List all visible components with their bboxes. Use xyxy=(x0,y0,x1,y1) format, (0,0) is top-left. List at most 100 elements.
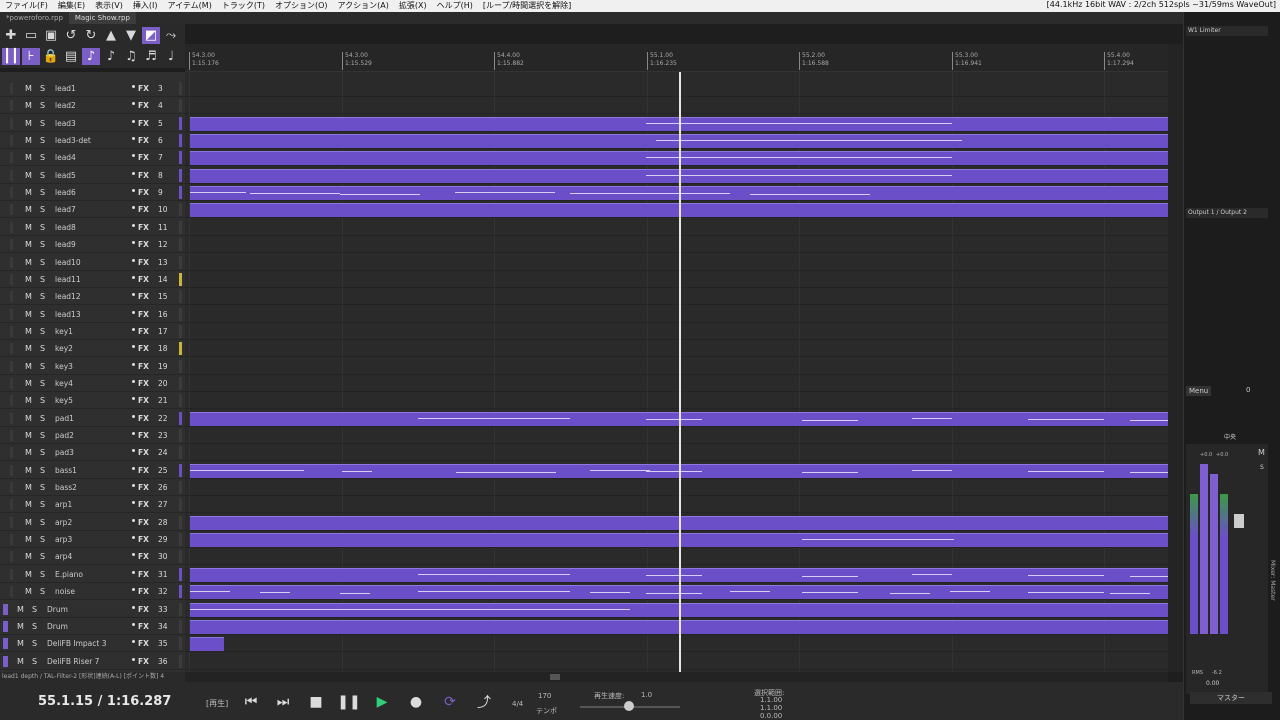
solo-button[interactable]: S xyxy=(40,340,45,357)
grid-icon[interactable]: ┃┃ xyxy=(2,48,20,65)
track-name[interactable]: lead5 xyxy=(55,167,76,184)
track-lane[interactable] xyxy=(185,219,1168,236)
record-arm-icon[interactable] xyxy=(132,275,135,279)
tab-poweroforo[interactable]: *poweroforo.rpp xyxy=(0,12,69,24)
track-lane[interactable] xyxy=(185,306,1168,323)
solo-button[interactable]: S xyxy=(40,479,45,496)
mute-button[interactable]: M xyxy=(25,514,32,531)
lock-icon[interactable]: 🔒 xyxy=(42,48,60,65)
track-header[interactable]: M Slead10 FX 13 xyxy=(0,253,185,271)
fx-button[interactable]: FX xyxy=(138,254,149,271)
track-name[interactable]: arp1 xyxy=(55,496,72,513)
record-arm-icon[interactable] xyxy=(132,154,135,158)
fx-button[interactable]: FX xyxy=(138,184,149,201)
go-to-end-icon[interactable]: ⏭ xyxy=(272,692,294,712)
mute-button[interactable]: M xyxy=(25,358,32,375)
record-arm-icon[interactable] xyxy=(132,449,135,453)
record-arm-icon[interactable] xyxy=(132,432,135,435)
track-lane[interactable] xyxy=(185,358,1168,375)
track-header[interactable]: M Skey2 FX 18 xyxy=(0,340,185,358)
record-arm-icon[interactable] xyxy=(132,171,135,175)
mute-button[interactable]: M xyxy=(1258,448,1265,457)
volume-fader[interactable] xyxy=(1234,514,1244,528)
solo-button[interactable]: S xyxy=(40,97,45,114)
track-header[interactable]: M Sbass2 FX 26 xyxy=(0,479,185,497)
fx-button[interactable]: FX xyxy=(138,306,149,323)
record-arm-icon[interactable] xyxy=(132,241,135,245)
record-arm-icon[interactable] xyxy=(132,206,135,210)
record-arm-icon[interactable] xyxy=(132,258,135,262)
mixer-menu-button[interactable]: Menu xyxy=(1186,386,1212,396)
fx-button[interactable]: FX xyxy=(138,358,149,375)
track-name[interactable]: bass2 xyxy=(55,479,77,496)
go-to-start-icon[interactable]: ⏮ xyxy=(240,692,262,712)
record-arm-icon[interactable] xyxy=(132,293,135,297)
record-arm-icon[interactable] xyxy=(132,119,135,123)
record-arm-icon[interactable] xyxy=(132,223,135,227)
track-name[interactable]: lead9 xyxy=(55,236,76,253)
loop-icon[interactable]: ⟳ xyxy=(439,692,461,712)
record-arm-icon[interactable] xyxy=(132,466,135,470)
track-name[interactable]: lead1 xyxy=(55,80,76,97)
menu-item-6[interactable]: オプション(O) xyxy=(270,0,333,12)
track-name[interactable]: pad3 xyxy=(55,444,74,461)
mute-button[interactable]: M xyxy=(25,462,32,479)
menu-item-3[interactable]: 挿入(I) xyxy=(128,0,163,12)
horizontal-scrollbar[interactable] xyxy=(185,672,1168,682)
note-2-icon[interactable]: ♫ xyxy=(122,48,140,65)
solo-button[interactable]: S xyxy=(40,80,45,97)
track-header[interactable]: M Slead3 FX 5 xyxy=(0,114,185,132)
stop-icon[interactable]: ■ xyxy=(305,692,327,712)
fx-button[interactable]: FX xyxy=(138,479,149,496)
fx-button[interactable]: FX xyxy=(138,566,149,583)
tab-magic-show[interactable]: Magic Show.rpp xyxy=(68,12,136,24)
timecode-display[interactable]: 55.1.15 / 1:16.287 xyxy=(38,694,171,709)
mute-button[interactable]: M xyxy=(25,306,32,323)
mute-button[interactable]: M xyxy=(25,149,32,166)
record-arm-icon[interactable] xyxy=(132,640,135,644)
mute-button[interactable]: M xyxy=(25,410,32,427)
fx-button[interactable]: FX xyxy=(138,427,149,444)
open-folder-icon[interactable]: ▭ xyxy=(22,27,40,44)
track-name[interactable]: arp2 xyxy=(55,514,72,531)
track-header[interactable]: M Slead8 FX 11 xyxy=(0,218,185,236)
track-header[interactable]: M S Drum FX 33 xyxy=(0,600,185,618)
menu-item-0[interactable]: ファイル(F) xyxy=(0,0,53,12)
solo-button[interactable]: S xyxy=(40,323,45,340)
track-header[interactable]: M Skey5 FX 21 xyxy=(0,392,185,410)
arrange-view[interactable] xyxy=(185,72,1168,672)
track-header[interactable]: M Sarp3 FX 29 xyxy=(0,531,185,549)
record-arm-icon[interactable] xyxy=(132,553,135,557)
track-header[interactable]: M Sarp2 FX 28 xyxy=(0,513,185,531)
track-name[interactable]: bass1 xyxy=(55,462,77,479)
mute-button[interactable]: M xyxy=(25,479,32,496)
menu-item-8[interactable]: 拡張(X) xyxy=(394,0,432,12)
solo-button[interactable]: S xyxy=(40,184,45,201)
scroll-thumb[interactable] xyxy=(550,674,560,680)
track-lane[interactable] xyxy=(185,392,1168,410)
track-header[interactable]: M Slead9 FX 12 xyxy=(0,236,185,254)
track-name[interactable]: noise xyxy=(55,583,75,600)
mute-button[interactable]: M xyxy=(25,80,32,97)
track-header[interactable]: M Slead7 FX 10 xyxy=(0,201,185,219)
fx-button[interactable]: FX xyxy=(138,548,149,565)
track-name[interactable]: DeliFB Riser 7 xyxy=(47,653,99,670)
selection-start[interactable]: 1.1.00 xyxy=(760,696,782,704)
track-lane[interactable] xyxy=(185,479,1168,497)
menu-item-10[interactable]: [ループ/時間選択を解除] xyxy=(478,0,576,12)
auto-crossfade-icon[interactable]: ⤴ xyxy=(473,692,495,712)
track-header[interactable]: M Slead12 FX 15 xyxy=(0,288,185,306)
mute-button[interactable]: M xyxy=(25,427,32,444)
fx-button[interactable]: FX xyxy=(138,167,149,184)
save-icon[interactable]: ▣ xyxy=(42,27,60,44)
fx-button[interactable]: FX xyxy=(138,462,149,479)
solo-button[interactable]: S xyxy=(40,167,45,184)
mute-button[interactable]: M xyxy=(25,167,32,184)
selection-end[interactable]: 1.1.00 xyxy=(760,704,782,712)
track-name[interactable]: key5 xyxy=(55,392,73,409)
mute-button[interactable]: M xyxy=(25,375,32,392)
menu-item-7[interactable]: アクション(A) xyxy=(333,0,394,12)
fx-button[interactable]: FX xyxy=(138,375,149,392)
record-arm-icon[interactable] xyxy=(132,137,135,141)
rate-slider-thumb[interactable] xyxy=(624,701,634,711)
